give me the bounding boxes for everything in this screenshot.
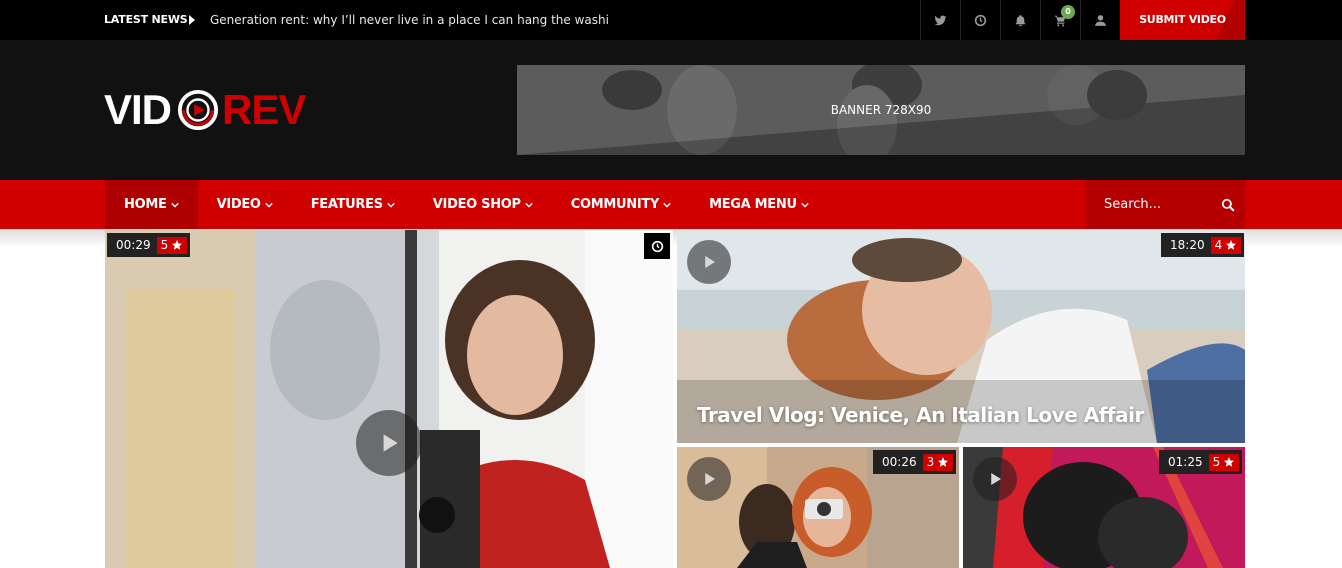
caret-right-icon: [189, 15, 195, 25]
nav-item-label: COMMUNITY: [570, 197, 660, 212]
search-button[interactable]: [1210, 180, 1245, 229]
nav-item-label: HOME: [124, 197, 167, 212]
rating-value: 4: [1214, 238, 1223, 252]
submit-video-label: SUBMIT VIDEO: [1139, 13, 1226, 26]
rating-badge: 4: [1210, 236, 1242, 254]
logo-text-rev: REV: [222, 86, 306, 133]
logo-play-icon: [177, 89, 219, 131]
play-icon: [705, 473, 715, 485]
logo-text-vid: VID: [104, 86, 172, 133]
video-duration: 00:29: [116, 238, 151, 252]
search-icon: [1221, 198, 1234, 211]
main-nav: HOME VIDEO FEATURES VIDEO SHOP COMMUNITY…: [0, 180, 1342, 229]
play-button[interactable]: [687, 240, 731, 284]
video-meta: 00:26 3: [873, 450, 957, 474]
nav-item-home[interactable]: HOME: [105, 180, 198, 229]
latest-news-headline[interactable]: Generation rent: why I’ll never live in …: [210, 0, 610, 40]
banner-label: BANNER 728X90: [830, 103, 932, 117]
bell-icon[interactable]: [1000, 0, 1040, 40]
cart-icon[interactable]: 0: [1040, 0, 1080, 40]
nav-item-mega-menu[interactable]: MEGA MENU: [690, 180, 828, 229]
nav-item-label: VIDEO: [216, 197, 261, 212]
rating-value: 3: [926, 455, 935, 469]
site-logo[interactable]: VID REV: [104, 86, 306, 133]
nav-item-video-shop[interactable]: VIDEO SHOP: [414, 180, 552, 229]
video-duration: 01:25: [1168, 455, 1203, 469]
video-meta: 00:29 5: [107, 233, 191, 257]
play-button[interactable]: [356, 410, 422, 476]
cart-count-badge: 0: [1061, 5, 1075, 19]
user-icon[interactable]: [1080, 0, 1120, 40]
video-title[interactable]: Travel Vlog: Venice, An Italian Love Aff…: [697, 403, 1144, 427]
play-button[interactable]: [687, 457, 731, 501]
star-icon: [1226, 240, 1237, 250]
video-duration: 00:26: [882, 455, 917, 469]
play-icon: [383, 434, 398, 452]
top-bar: LATEST NEWS Generation rent: why I’ll ne…: [0, 0, 1342, 40]
search-input[interactable]: [1085, 180, 1205, 229]
nav-item-label: FEATURES: [310, 197, 383, 212]
chevron-down-icon: [801, 202, 809, 208]
video-meta: 18:20 4: [1161, 233, 1245, 257]
clock-icon: [651, 240, 663, 252]
star-icon: [172, 240, 183, 250]
chevron-down-icon: [525, 202, 533, 208]
nav-search: [1085, 180, 1245, 229]
video-card-featured[interactable]: 00:29 5: [105, 230, 673, 568]
nav-item-label: MEGA MENU: [709, 197, 797, 212]
rating-value: 5: [160, 238, 169, 252]
clock-icon[interactable]: [960, 0, 1000, 40]
video-duration: 18:20: [1170, 238, 1205, 252]
site-header: VID REV BANNER 728X90: [0, 40, 1342, 180]
chevron-down-icon: [663, 202, 671, 208]
rating-badge: 3: [922, 453, 954, 471]
play-button[interactable]: [973, 457, 1017, 501]
chevron-down-icon: [264, 202, 273, 208]
star-icon: [938, 457, 949, 467]
nav-menu: HOME VIDEO FEATURES VIDEO SHOP COMMUNITY…: [105, 180, 828, 229]
latest-news-label: LATEST NEWS: [104, 13, 188, 26]
video-meta: 01:25 5: [1159, 450, 1243, 474]
chevron-down-icon: [387, 202, 395, 208]
video-card[interactable]: 00:26 3: [677, 447, 959, 568]
chevron-down-icon: [170, 202, 179, 208]
rating-value: 5: [1212, 455, 1221, 469]
rating-badge: 5: [1208, 453, 1240, 471]
video-thumbnail: [105, 230, 673, 568]
watch-later-button[interactable]: [644, 233, 670, 259]
star-icon: [1224, 457, 1235, 467]
nav-item-community[interactable]: COMMUNITY: [552, 180, 690, 229]
play-icon: [991, 473, 1001, 485]
submit-video-button[interactable]: SUBMIT VIDEO: [1120, 0, 1245, 40]
nav-item-label: VIDEO SHOP: [432, 197, 521, 212]
rating-badge: 5: [156, 236, 188, 254]
nav-item-features[interactable]: FEATURES: [292, 180, 414, 229]
video-card[interactable]: 01:25 5: [963, 447, 1245, 568]
video-card[interactable]: 18:20 4 Travel Vlog: Venice, An Italian …: [677, 230, 1245, 443]
twitter-icon[interactable]: [920, 0, 960, 40]
play-icon: [705, 256, 715, 268]
nav-item-video[interactable]: VIDEO: [198, 180, 292, 229]
header-ad-banner[interactable]: BANNER 728X90: [517, 65, 1245, 155]
